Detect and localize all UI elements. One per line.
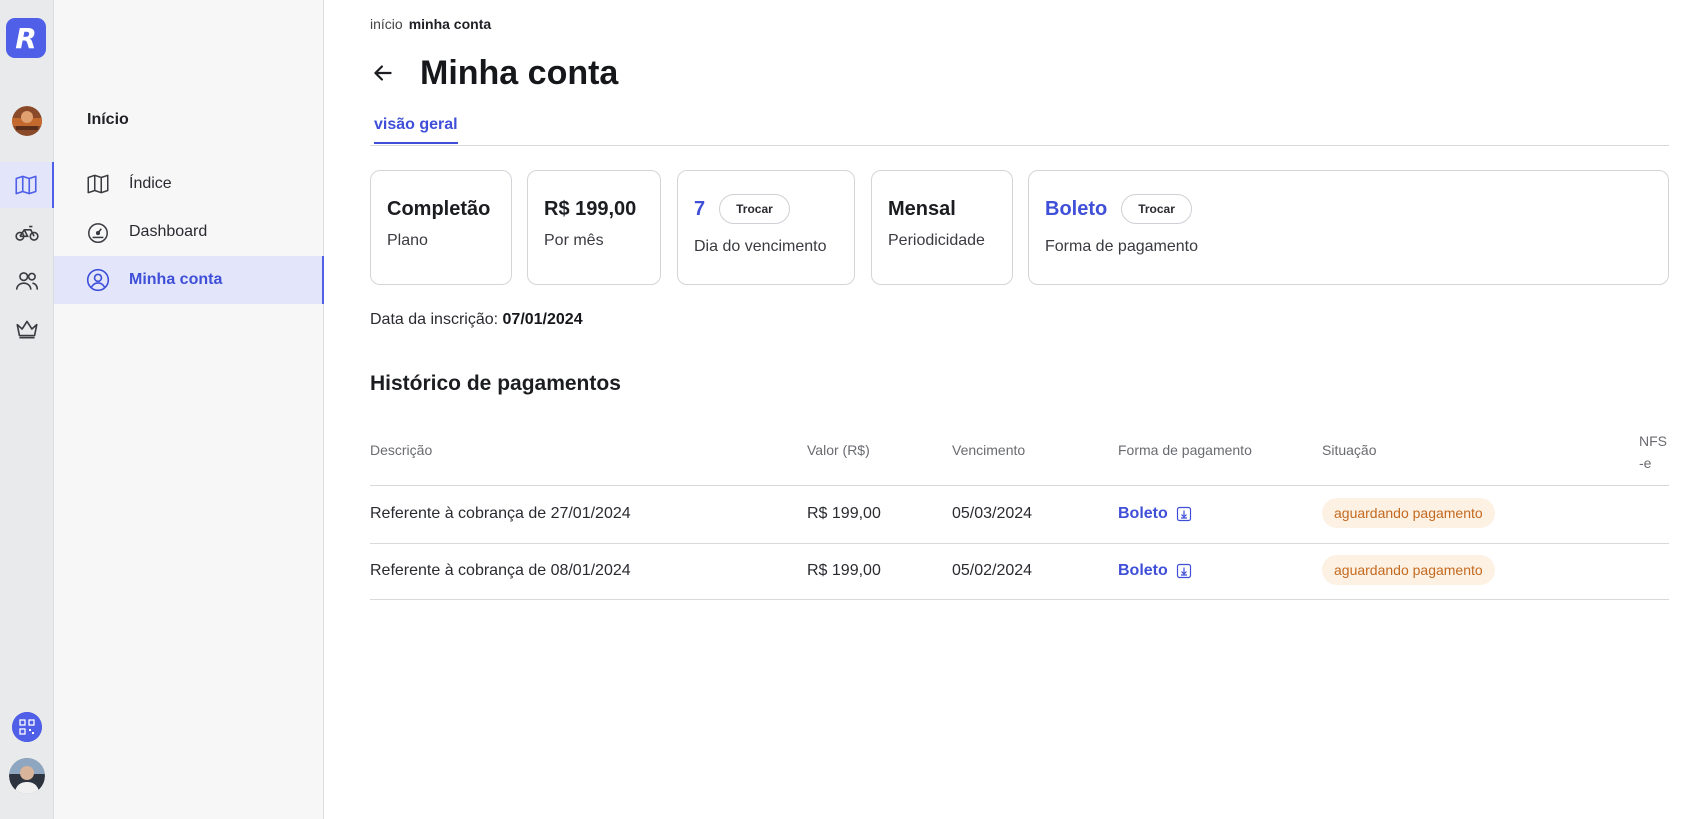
row-value: R$ 199,00 xyxy=(807,562,881,579)
due-day-label: Dia do vencimento xyxy=(694,238,827,255)
icon-rail: R xyxy=(0,0,54,819)
column-header: Forma de pagamento xyxy=(1118,442,1252,458)
download-icon[interactable] xyxy=(1176,506,1192,522)
bike-icon[interactable] xyxy=(0,210,54,256)
sidebar-item-indice[interactable]: Índice xyxy=(54,160,324,208)
sidebar-item-dashboard[interactable]: Dashboard xyxy=(54,208,324,256)
row-description: Referente à cobrança de 27/01/2024 xyxy=(370,505,631,522)
app-logo[interactable]: R xyxy=(6,18,46,58)
map-icon xyxy=(87,174,109,194)
download-icon[interactable] xyxy=(1176,563,1192,579)
subscription-date-value: 07/01/2024 xyxy=(502,311,583,328)
back-arrow-icon[interactable] xyxy=(370,60,396,86)
change-payment-method-button[interactable]: Trocar xyxy=(1121,194,1192,224)
breadcrumb: início minha conta xyxy=(370,16,491,32)
change-due-day-button[interactable]: Trocar xyxy=(719,194,790,224)
breadcrumb-current: minha conta xyxy=(408,16,492,32)
payment-method-label: Forma de pagamento xyxy=(1045,238,1198,255)
map-icon[interactable] xyxy=(0,162,54,208)
payment-method-card: Boleto Trocar Forma de pagamento xyxy=(1028,170,1669,285)
page-title: Minha conta xyxy=(420,54,619,92)
payment-history-title: Histórico de pagamentos xyxy=(370,372,621,395)
header-divider xyxy=(370,485,1669,486)
main-content: início minha conta Minha conta visão gera… xyxy=(324,0,1701,819)
price-value: R$ 199,00 xyxy=(544,197,637,220)
gauge-icon xyxy=(88,223,108,244)
row-payment-method-link[interactable]: Boleto xyxy=(1118,562,1192,580)
column-header: Valor (R$) xyxy=(807,442,870,458)
price-card: R$ 199,00 Por mês xyxy=(527,170,661,285)
status-badge: aguardando pagamento xyxy=(1322,555,1495,585)
column-header: Situação xyxy=(1322,442,1377,458)
users-icon[interactable] xyxy=(0,258,54,304)
row-divider xyxy=(370,543,1669,544)
sidebar-section-title: Início xyxy=(87,111,129,128)
user-circle-icon xyxy=(86,268,110,292)
breadcrumb-root[interactable]: início xyxy=(370,16,403,32)
price-label: Por mês xyxy=(544,232,604,249)
tab-bar: visão geral xyxy=(370,112,1669,146)
subscription-date: Data da inscrição: 07/01/2024 xyxy=(370,311,583,329)
subscription-date-label: Data da inscrição: xyxy=(370,311,499,328)
row-due-date: 05/02/2024 xyxy=(952,562,1033,579)
secondary-sidebar: Início Índice Dashboard Minha conta xyxy=(54,0,324,819)
row-description: Referente à cobrança de 08/01/2024 xyxy=(370,562,631,579)
due-day-card: 7 Trocar Dia do vencimento xyxy=(677,170,855,285)
sidebar-item-label: Índice xyxy=(129,175,172,192)
payment-method-value: Boleto xyxy=(1045,197,1108,220)
periodicity-label: Periodicidade xyxy=(888,232,985,249)
row-payment-method: Boleto xyxy=(1118,505,1168,522)
plan-value: Completão xyxy=(387,197,491,220)
tab-visao-geral[interactable]: visão geral xyxy=(374,116,458,144)
column-header: NFS-e xyxy=(1639,433,1667,471)
workspace-avatar[interactable] xyxy=(12,106,42,136)
qr-code-icon[interactable] xyxy=(12,712,42,742)
sidebar-item-minha-conta[interactable]: Minha conta xyxy=(54,256,324,304)
plan-label: Plano xyxy=(387,232,428,249)
sidebar-item-label: Dashboard xyxy=(129,223,208,240)
row-divider xyxy=(370,599,1669,600)
row-payment-method-link[interactable]: Boleto xyxy=(1118,505,1192,523)
due-day-value: 7 xyxy=(694,197,706,220)
periodicity-card: Mensal Periodicidade xyxy=(871,170,1013,285)
column-header: Vencimento xyxy=(952,442,1026,458)
row-due-date: 05/03/2024 xyxy=(952,505,1033,522)
plan-card: Completão Plano xyxy=(370,170,512,285)
crown-icon[interactable] xyxy=(0,306,54,352)
periodicity-value: Mensal xyxy=(888,197,956,220)
sidebar-item-label: Minha conta xyxy=(129,271,223,288)
column-header: Descrição xyxy=(370,442,433,458)
status-badge: aguardando pagamento xyxy=(1322,498,1495,528)
user-avatar[interactable] xyxy=(9,758,45,794)
row-payment-method: Boleto xyxy=(1118,562,1168,579)
row-value: R$ 199,00 xyxy=(807,505,881,522)
